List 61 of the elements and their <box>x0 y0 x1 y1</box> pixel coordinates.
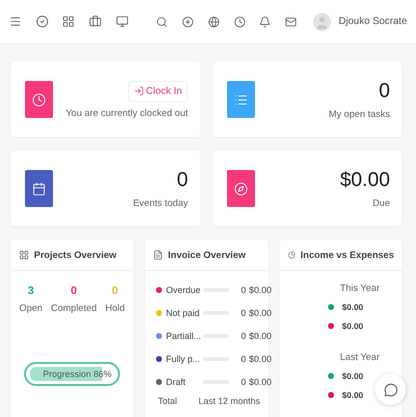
invoice-count: 0 <box>240 354 246 364</box>
stat-label: You are currently clocked out <box>66 108 188 118</box>
amount: $0.00 <box>342 321 364 331</box>
clock-in-button[interactable]: Clock In <box>128 80 188 102</box>
footer-text: Total <box>158 396 178 406</box>
calendar-icon <box>32 182 46 196</box>
amount: $0.00 <box>342 390 364 400</box>
period-label: Last Year <box>340 352 380 363</box>
project-count: 0 <box>70 285 77 297</box>
invoice-count: 0 <box>240 285 246 295</box>
pie-chart-icon <box>288 250 296 260</box>
amount: $0.00 <box>342 302 364 312</box>
plus-circle-icon[interactable] <box>182 16 194 28</box>
menu-icon[interactable] <box>9 15 22 28</box>
bell-icon[interactable] <box>259 16 271 28</box>
stat-label: Events today <box>133 198 188 208</box>
grid-icon <box>19 250 29 260</box>
login-icon <box>134 86 144 96</box>
check-circle-icon[interactable] <box>36 15 48 28</box>
clock-icon <box>32 92 46 106</box>
progress-label: Progression 86% <box>42 369 112 379</box>
briefcase-icon[interactable] <box>89 15 102 28</box>
stat-value: 0 <box>176 168 188 192</box>
invoice-count: 0 <box>240 331 246 341</box>
invoice-status: Draft <box>166 377 187 387</box>
invoice-amount: $0.00 <box>249 331 272 341</box>
stat-label: My open tasks <box>328 108 390 120</box>
project-count: 3 <box>28 285 34 297</box>
card-title: Projects Overview <box>34 250 116 260</box>
card-title: Invoice Overview <box>168 250 246 260</box>
invoice-status: Partiall... <box>166 331 200 341</box>
period-label: This Year <box>340 283 380 294</box>
monitor-icon[interactable] <box>116 15 128 28</box>
invoice-status: Fully p... <box>166 354 200 364</box>
amount: $0.00 <box>342 371 364 381</box>
user-name[interactable]: Djouko Socrate <box>338 16 408 27</box>
invoice-amount: $0.00 <box>249 377 272 387</box>
clock-icon[interactable] <box>234 16 246 28</box>
globe-icon[interactable] <box>208 16 220 28</box>
compass-icon <box>234 182 248 196</box>
grid-icon[interactable] <box>62 15 76 28</box>
document-icon <box>153 250 163 260</box>
stat-label: Due <box>372 198 390 208</box>
invoice-count: 0 <box>240 308 246 318</box>
project-status: Hold <box>105 303 125 314</box>
footer-text: Last 12 months <box>198 396 260 406</box>
chat-icon <box>384 382 398 396</box>
invoice-amount: $0.00 <box>249 308 272 318</box>
stat-value: $0.00 <box>340 168 390 192</box>
search-icon[interactable] <box>156 16 168 28</box>
card-title: Income vs Expenses <box>300 250 394 260</box>
invoice-amount: $0.00 <box>249 354 272 364</box>
project-status: Open <box>19 303 42 314</box>
project-status: Completed <box>50 303 97 314</box>
invoice-status: Overdue <box>166 285 200 295</box>
invoice-amount: $0.00 <box>249 285 272 295</box>
project-count: 0 <box>112 285 118 297</box>
invoice-status: Not paid <box>166 308 200 318</box>
stat-value: 0 <box>378 80 390 102</box>
mail-icon[interactable] <box>284 16 297 28</box>
invoice-count: 0 <box>240 377 246 387</box>
